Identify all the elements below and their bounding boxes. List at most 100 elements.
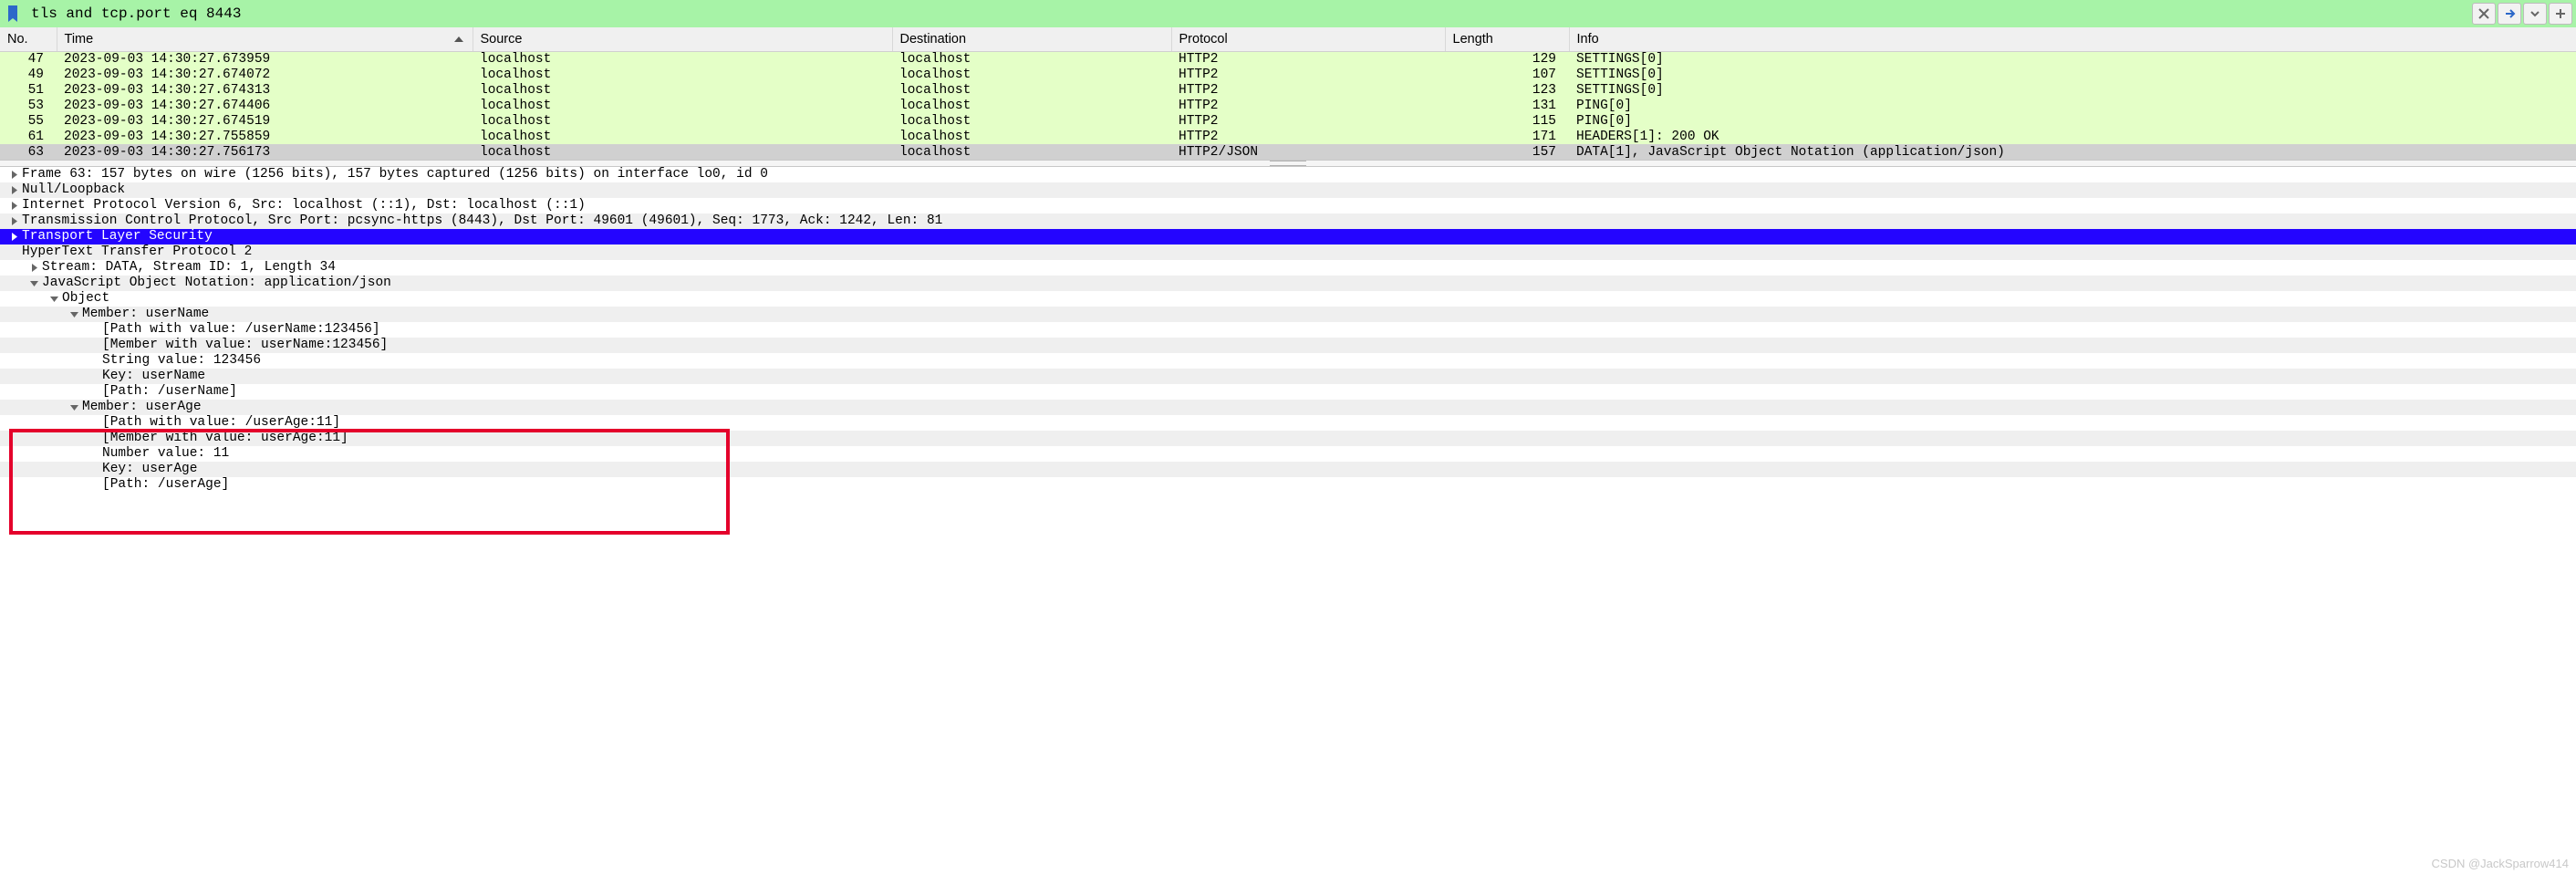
filter-history-button[interactable] (2523, 3, 2547, 25)
packet-cell-info: SETTINGS[0] (1569, 82, 2576, 98)
packet-cell-destination: localhost (892, 144, 1171, 160)
tree-row-label: Number value: 11 (102, 446, 229, 462)
tree-row[interactable]: Member: userName (0, 307, 2576, 322)
packet-cell-source: localhost (473, 67, 892, 82)
packet-cell-time: 2023-09-03 14:30:27.674406 (57, 98, 473, 113)
packet-cell-protocol: HTTP2 (1171, 67, 1445, 82)
packet-cell-time: 2023-09-03 14:30:27.756173 (57, 144, 473, 160)
col-header-protocol[interactable]: Protocol (1171, 27, 1445, 51)
tree-row[interactable]: Transmission Control Protocol, Src Port:… (0, 213, 2576, 229)
chevron-down-icon[interactable] (27, 277, 40, 290)
packet-row[interactable]: 492023-09-03 14:30:27.674072localhostloc… (0, 67, 2576, 82)
tree-row[interactable]: String value: 123456 (0, 353, 2576, 369)
packet-row[interactable]: 472023-09-03 14:30:27.673959localhostloc… (0, 51, 2576, 67)
packet-cell-length: 171 (1445, 129, 1569, 144)
tree-row-label: Null/Loopback (22, 182, 125, 198)
tree-row[interactable]: Frame 63: 157 bytes on wire (1256 bits),… (0, 167, 2576, 182)
tree-row-label: Stream: DATA, Stream ID: 1, Length 34 (42, 260, 336, 276)
tree-row-label: [Member with value: userName:123456] (102, 338, 388, 353)
packet-details-tree: Frame 63: 157 bytes on wire (1256 bits),… (0, 167, 2576, 493)
packet-cell-destination: localhost (892, 67, 1171, 82)
packet-cell-destination: localhost (892, 82, 1171, 98)
col-header-destination[interactable]: Destination (892, 27, 1171, 51)
packet-list-header-row: No. Time Source Destination Protocol Len… (0, 27, 2576, 51)
packet-cell-length: 129 (1445, 51, 1569, 67)
packet-cell-no: 49 (0, 67, 57, 82)
packet-list-table: No. Time Source Destination Protocol Len… (0, 27, 2576, 160)
col-header-info[interactable]: Info (1569, 27, 2576, 51)
packet-cell-protocol: HTTP2 (1171, 113, 1445, 129)
packet-row[interactable]: 552023-09-03 14:30:27.674519localhostloc… (0, 113, 2576, 129)
packet-row[interactable]: 632023-09-03 14:30:27.756173localhostloc… (0, 144, 2576, 160)
tree-row-label: Internet Protocol Version 6, Src: localh… (22, 198, 586, 213)
packet-cell-protocol: HTTP2 (1171, 129, 1445, 144)
tree-row-label: JavaScript Object Notation: application/… (42, 276, 391, 291)
packet-cell-time: 2023-09-03 14:30:27.755859 (57, 129, 473, 144)
tree-row[interactable]: Key: userName (0, 369, 2576, 384)
tree-row-label: Member: userAge (82, 400, 202, 415)
packet-row[interactable]: 512023-09-03 14:30:27.674313localhostloc… (0, 82, 2576, 98)
tree-row[interactable]: Null/Loopback (0, 182, 2576, 198)
apply-filter-button[interactable] (2498, 3, 2521, 25)
tree-row[interactable]: Number value: 11 (0, 446, 2576, 462)
add-filter-button[interactable] (2549, 3, 2572, 25)
packet-cell-protocol: HTTP2 (1171, 82, 1445, 98)
packet-cell-time: 2023-09-03 14:30:27.674519 (57, 113, 473, 129)
packet-row[interactable]: 532023-09-03 14:30:27.674406localhostloc… (0, 98, 2576, 113)
tree-row-label: [Path: /userAge] (102, 477, 229, 493)
tree-row[interactable]: [Path with value: /userAge:11] (0, 415, 2576, 431)
packet-cell-no: 63 (0, 144, 57, 160)
tree-row[interactable]: HyperText Transfer Protocol 2 (0, 245, 2576, 260)
col-header-source[interactable]: Source (473, 27, 892, 51)
packet-cell-source: localhost (473, 144, 892, 160)
tree-row[interactable]: Stream: DATA, Stream ID: 1, Length 34 (0, 260, 2576, 276)
tree-row[interactable]: Member: userAge (0, 400, 2576, 415)
tree-row[interactable]: JavaScript Object Notation: application/… (0, 276, 2576, 291)
packet-cell-info: SETTINGS[0] (1569, 51, 2576, 67)
col-header-no[interactable]: No. (0, 27, 57, 51)
tree-row[interactable]: [Path with value: /userName:123456] (0, 322, 2576, 338)
chevron-right-icon[interactable] (7, 231, 20, 244)
tree-row-label: [Path: /userName] (102, 384, 237, 400)
tree-row[interactable]: Internet Protocol Version 6, Src: localh… (0, 198, 2576, 213)
packet-cell-no: 51 (0, 82, 57, 98)
packet-cell-destination: localhost (892, 129, 1171, 144)
tree-row[interactable]: [Member with value: userAge:11] (0, 431, 2576, 446)
packet-cell-length: 115 (1445, 113, 1569, 129)
tree-row[interactable]: [Member with value: userName:123456] (0, 338, 2576, 353)
packet-cell-no: 47 (0, 51, 57, 67)
chevron-down-icon[interactable] (47, 293, 60, 306)
tree-row[interactable]: [Path: /userAge] (0, 477, 2576, 493)
packet-cell-protocol: HTTP2 (1171, 51, 1445, 67)
packet-cell-source: localhost (473, 113, 892, 129)
chevron-right-icon[interactable] (7, 169, 20, 182)
tree-row[interactable]: Key: userAge (0, 462, 2576, 477)
chevron-right-icon[interactable] (7, 184, 20, 197)
tree-row-label: Object (62, 291, 109, 307)
pane-splitter[interactable] (0, 160, 2576, 167)
clear-filter-button[interactable] (2472, 3, 2496, 25)
packet-cell-source: localhost (473, 51, 892, 67)
display-filter-input[interactable] (26, 0, 2467, 27)
col-header-time[interactable]: Time (57, 27, 473, 51)
packet-row[interactable]: 612023-09-03 14:30:27.755859localhostloc… (0, 129, 2576, 144)
chevron-down-icon[interactable] (68, 401, 80, 414)
tree-row[interactable]: Object (0, 291, 2576, 307)
col-header-length[interactable]: Length (1445, 27, 1569, 51)
packet-cell-info: SETTINGS[0] (1569, 67, 2576, 82)
packet-cell-info: PING[0] (1569, 113, 2576, 129)
watermark: CSDN @JackSparrow414 (2432, 857, 2569, 870)
tree-row[interactable]: [Path: /userName] (0, 384, 2576, 400)
chevron-right-icon[interactable] (27, 262, 40, 275)
tree-row-label: [Path with value: /userAge:11] (102, 415, 340, 431)
packet-cell-protocol: HTTP2 (1171, 98, 1445, 113)
tree-row-label: Transmission Control Protocol, Src Port:… (22, 213, 942, 229)
packet-cell-time: 2023-09-03 14:30:27.674072 (57, 67, 473, 82)
tree-row[interactable]: Transport Layer Security (0, 229, 2576, 245)
chevron-right-icon[interactable] (7, 215, 20, 228)
packet-cell-time: 2023-09-03 14:30:27.674313 (57, 82, 473, 98)
packet-cell-source: localhost (473, 82, 892, 98)
chevron-down-icon[interactable] (68, 308, 80, 321)
bookmark-icon[interactable] (0, 0, 26, 27)
chevron-right-icon[interactable] (7, 200, 20, 213)
